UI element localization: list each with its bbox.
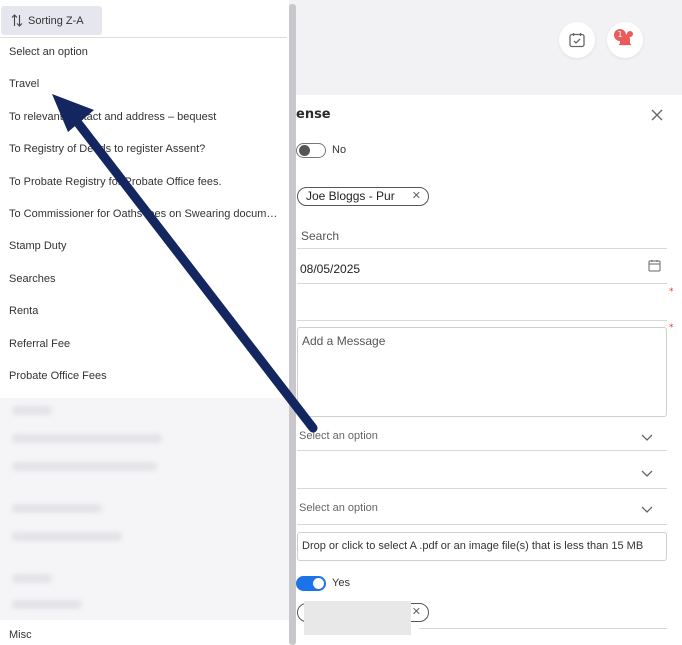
search-input[interactable]: Search xyxy=(301,229,339,243)
option-travel[interactable]: Travel xyxy=(9,78,279,90)
sort-button[interactable]: Sorting Z-A xyxy=(1,6,102,35)
option-stamp-duty[interactable]: Stamp Duty xyxy=(9,240,279,252)
option-misc-row[interactable]: Misc xyxy=(0,620,289,645)
redacted-block xyxy=(304,601,411,635)
file-dropzone[interactable]: Drop or click to select A .pdf or an ima… xyxy=(297,532,667,561)
toggle-knob xyxy=(313,578,324,589)
divider xyxy=(297,283,667,284)
notification-badge: 1 xyxy=(614,29,626,41)
chevron-down-icon[interactable] xyxy=(641,506,653,514)
blurred-options xyxy=(0,398,289,620)
selected-client-chip[interactable]: Joe Bloggs - Pur ✕ xyxy=(297,187,429,206)
toggle-switch-off[interactable] xyxy=(296,143,326,158)
calendar-button[interactable] xyxy=(559,22,595,58)
message-placeholder: Add a Message xyxy=(302,334,386,348)
toggle-knob xyxy=(299,145,310,156)
divider xyxy=(297,524,667,525)
option-referral-fee[interactable]: Referral Fee xyxy=(9,338,279,350)
required-marker: * xyxy=(669,287,674,297)
sort-arrows-icon xyxy=(11,14,23,27)
divider xyxy=(297,320,667,321)
blurred-item xyxy=(12,532,122,541)
notification-dot xyxy=(627,31,633,37)
chip-remove-icon[interactable]: ✕ xyxy=(412,605,421,618)
close-icon[interactable] xyxy=(649,107,665,123)
blurred-item xyxy=(12,462,157,471)
option-registry-of-deeds[interactable]: To Registry of Deeds to register Assent? xyxy=(9,143,279,155)
divider xyxy=(297,248,667,249)
divider xyxy=(0,37,287,38)
option-bequest[interactable]: To relevant contact and address – beques… xyxy=(9,111,279,123)
option-misc[interactable]: Misc xyxy=(9,629,279,641)
options-dropdown: Sorting Z-A Select an option Travel To r… xyxy=(0,0,289,398)
toggle-switch-on[interactable] xyxy=(296,576,326,591)
option-commissioner-oaths[interactable]: To Commissioner for Oaths fees on Sweari… xyxy=(9,208,279,220)
expense-form-panel: ense No Joe Bloggs - Pur ✕ Search 08/05/… xyxy=(289,95,682,645)
select-dropdown-1[interactable]: Select an option xyxy=(299,430,378,442)
dropzone-text: Drop or click to select A .pdf or an ima… xyxy=(302,540,644,552)
chip-remove-icon[interactable]: ✕ xyxy=(412,189,421,202)
option-probate-office-fees[interactable]: Probate Office Fees xyxy=(9,370,279,382)
chevron-down-icon[interactable] xyxy=(641,470,653,478)
notifications-button[interactable]: 1 xyxy=(607,22,643,58)
toggle-label-no: No xyxy=(332,144,347,156)
divider xyxy=(419,628,667,629)
chevron-down-icon[interactable] xyxy=(641,434,653,442)
blurred-item xyxy=(12,504,102,513)
panel-title: ense xyxy=(296,107,331,122)
option-renta[interactable]: Renta xyxy=(9,305,279,317)
option-searches[interactable]: Searches xyxy=(9,273,279,285)
divider xyxy=(297,488,667,489)
blurred-item xyxy=(12,600,82,609)
blurred-item xyxy=(12,406,52,415)
calendar-check-icon xyxy=(569,33,585,48)
chip-label: Joe Bloggs - Pur xyxy=(306,189,395,203)
select-dropdown-3[interactable]: Select an option xyxy=(299,502,378,514)
blurred-item xyxy=(12,574,52,583)
toggle-label-yes: Yes xyxy=(332,577,350,589)
divider xyxy=(297,450,667,451)
option-probate-registry[interactable]: To Probate Registry for Probate Office f… xyxy=(9,176,279,188)
sort-label: Sorting Z-A xyxy=(28,14,84,27)
date-input[interactable]: 08/05/2025 xyxy=(300,262,360,276)
calendar-picker-icon[interactable] xyxy=(648,259,661,272)
dropdown-scrollbar[interactable] xyxy=(289,4,296,645)
option-select-placeholder[interactable]: Select an option xyxy=(9,46,279,58)
blurred-item xyxy=(12,434,162,443)
message-textarea[interactable]: Add a Message xyxy=(297,327,667,417)
required-marker: * xyxy=(669,323,674,333)
